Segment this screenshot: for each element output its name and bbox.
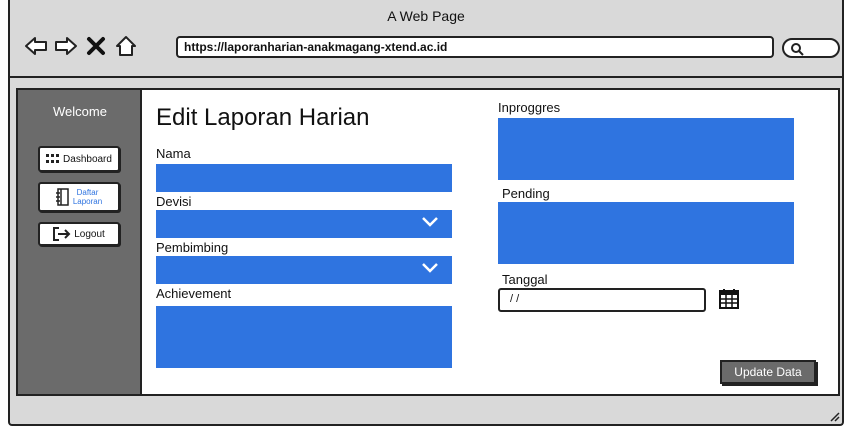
pembimbing-label: Pembimbing bbox=[156, 240, 229, 255]
pending-label: Pending bbox=[502, 186, 550, 201]
update-data-button[interactable]: Update Data bbox=[720, 360, 816, 384]
forward-arrow-icon[interactable] bbox=[54, 34, 78, 58]
page-title: Edit Laporan Harian bbox=[156, 104, 370, 131]
edit-report-form: Edit Laporan Harian Nama Devisi Pembimbi… bbox=[142, 90, 838, 394]
achievement-label: Achievement bbox=[156, 286, 232, 301]
tanggal-date-input[interactable]: / / bbox=[498, 288, 706, 312]
sidebar-item-label: Dashboard bbox=[63, 153, 112, 165]
sidebar: Welcome Dashboard Daftar Laporan Logout bbox=[18, 90, 142, 394]
notebook-icon bbox=[55, 188, 69, 206]
close-x-icon[interactable] bbox=[84, 34, 108, 58]
tanggal-label: Tanggal bbox=[502, 272, 548, 287]
pembimbing-select[interactable] bbox=[156, 256, 452, 284]
chevron-down-icon bbox=[422, 217, 438, 227]
grid-icon bbox=[46, 154, 60, 163]
devisi-label: Devisi bbox=[156, 194, 192, 209]
sidebar-title: Welcome bbox=[53, 104, 107, 119]
achievement-textarea[interactable] bbox=[156, 306, 452, 368]
nama-label: Nama bbox=[156, 146, 191, 161]
back-arrow-icon[interactable] bbox=[24, 34, 48, 58]
sidebar-item-label-line2: Laporan bbox=[72, 197, 103, 206]
sidebar-item-label: Logout bbox=[74, 228, 105, 240]
inproggres-textarea[interactable] bbox=[498, 118, 794, 180]
page-content: Welcome Dashboard Daftar Laporan Logout … bbox=[16, 88, 840, 396]
sidebar-item-daftar-laporan[interactable]: Daftar Laporan bbox=[38, 182, 120, 212]
inproggres-label: Inproggres bbox=[498, 100, 561, 115]
search-box[interactable] bbox=[782, 38, 840, 58]
logout-arrow-icon bbox=[53, 227, 71, 241]
toolbar-divider bbox=[10, 76, 842, 78]
sidebar-item-logout[interactable]: Logout bbox=[38, 222, 120, 246]
url-bar[interactable]: https://laporanharian-anakmagang-xtend.a… bbox=[176, 36, 774, 58]
sidebar-item-dashboard[interactable]: Dashboard bbox=[38, 146, 120, 172]
devisi-select[interactable] bbox=[156, 210, 452, 238]
browser-window: A Web Page https://laporanharian-anakmag… bbox=[8, 0, 844, 426]
sidebar-item-label: Daftar Laporan bbox=[73, 188, 102, 206]
sidebar-item-label-line1: Daftar bbox=[76, 188, 99, 197]
calendar-icon[interactable] bbox=[718, 288, 740, 310]
window-title: A Web Page bbox=[387, 8, 465, 24]
nama-input[interactable] bbox=[156, 164, 452, 192]
home-icon[interactable] bbox=[114, 34, 138, 58]
chevron-down-icon bbox=[422, 263, 438, 273]
resize-grip-icon[interactable] bbox=[828, 410, 840, 422]
search-icon bbox=[791, 43, 804, 56]
pending-textarea[interactable] bbox=[498, 202, 794, 264]
